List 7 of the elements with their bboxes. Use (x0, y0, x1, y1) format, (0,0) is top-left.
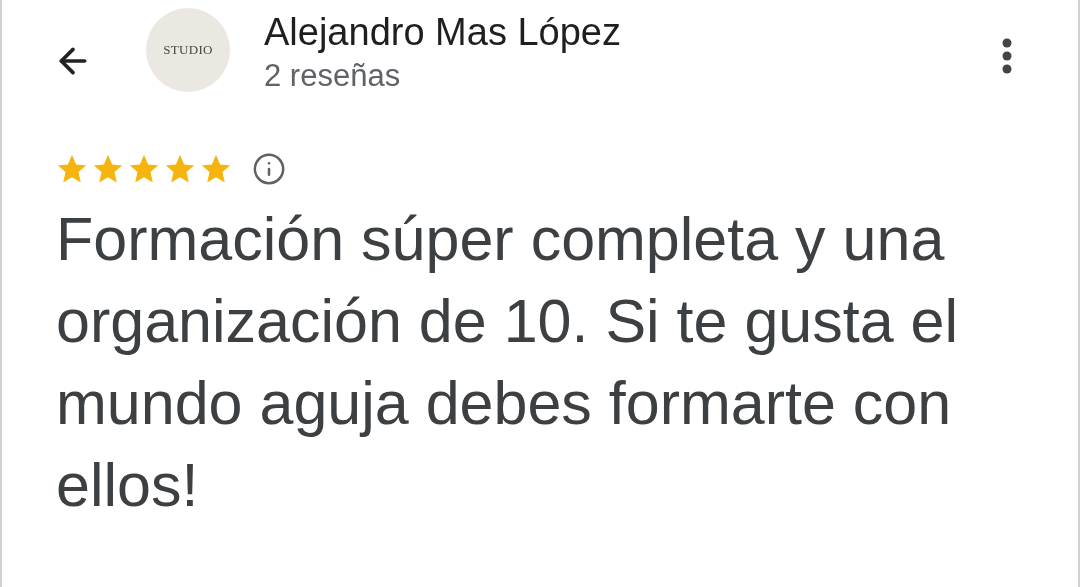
review-count: 2 reseñas (264, 57, 402, 95)
reviewer-name: Alejandro Mas López (264, 10, 621, 55)
avatar-logo-text: STUDIO (163, 41, 213, 60)
review-text: Formación súper completa y una organización de 10. Si te gusta el mundo aguja debes formarte con ellos! (55, 204, 960, 521)
info-icon[interactable] (252, 152, 286, 186)
more-options-icon (1002, 38, 1012, 74)
more-options-button[interactable] (1002, 38, 1012, 74)
